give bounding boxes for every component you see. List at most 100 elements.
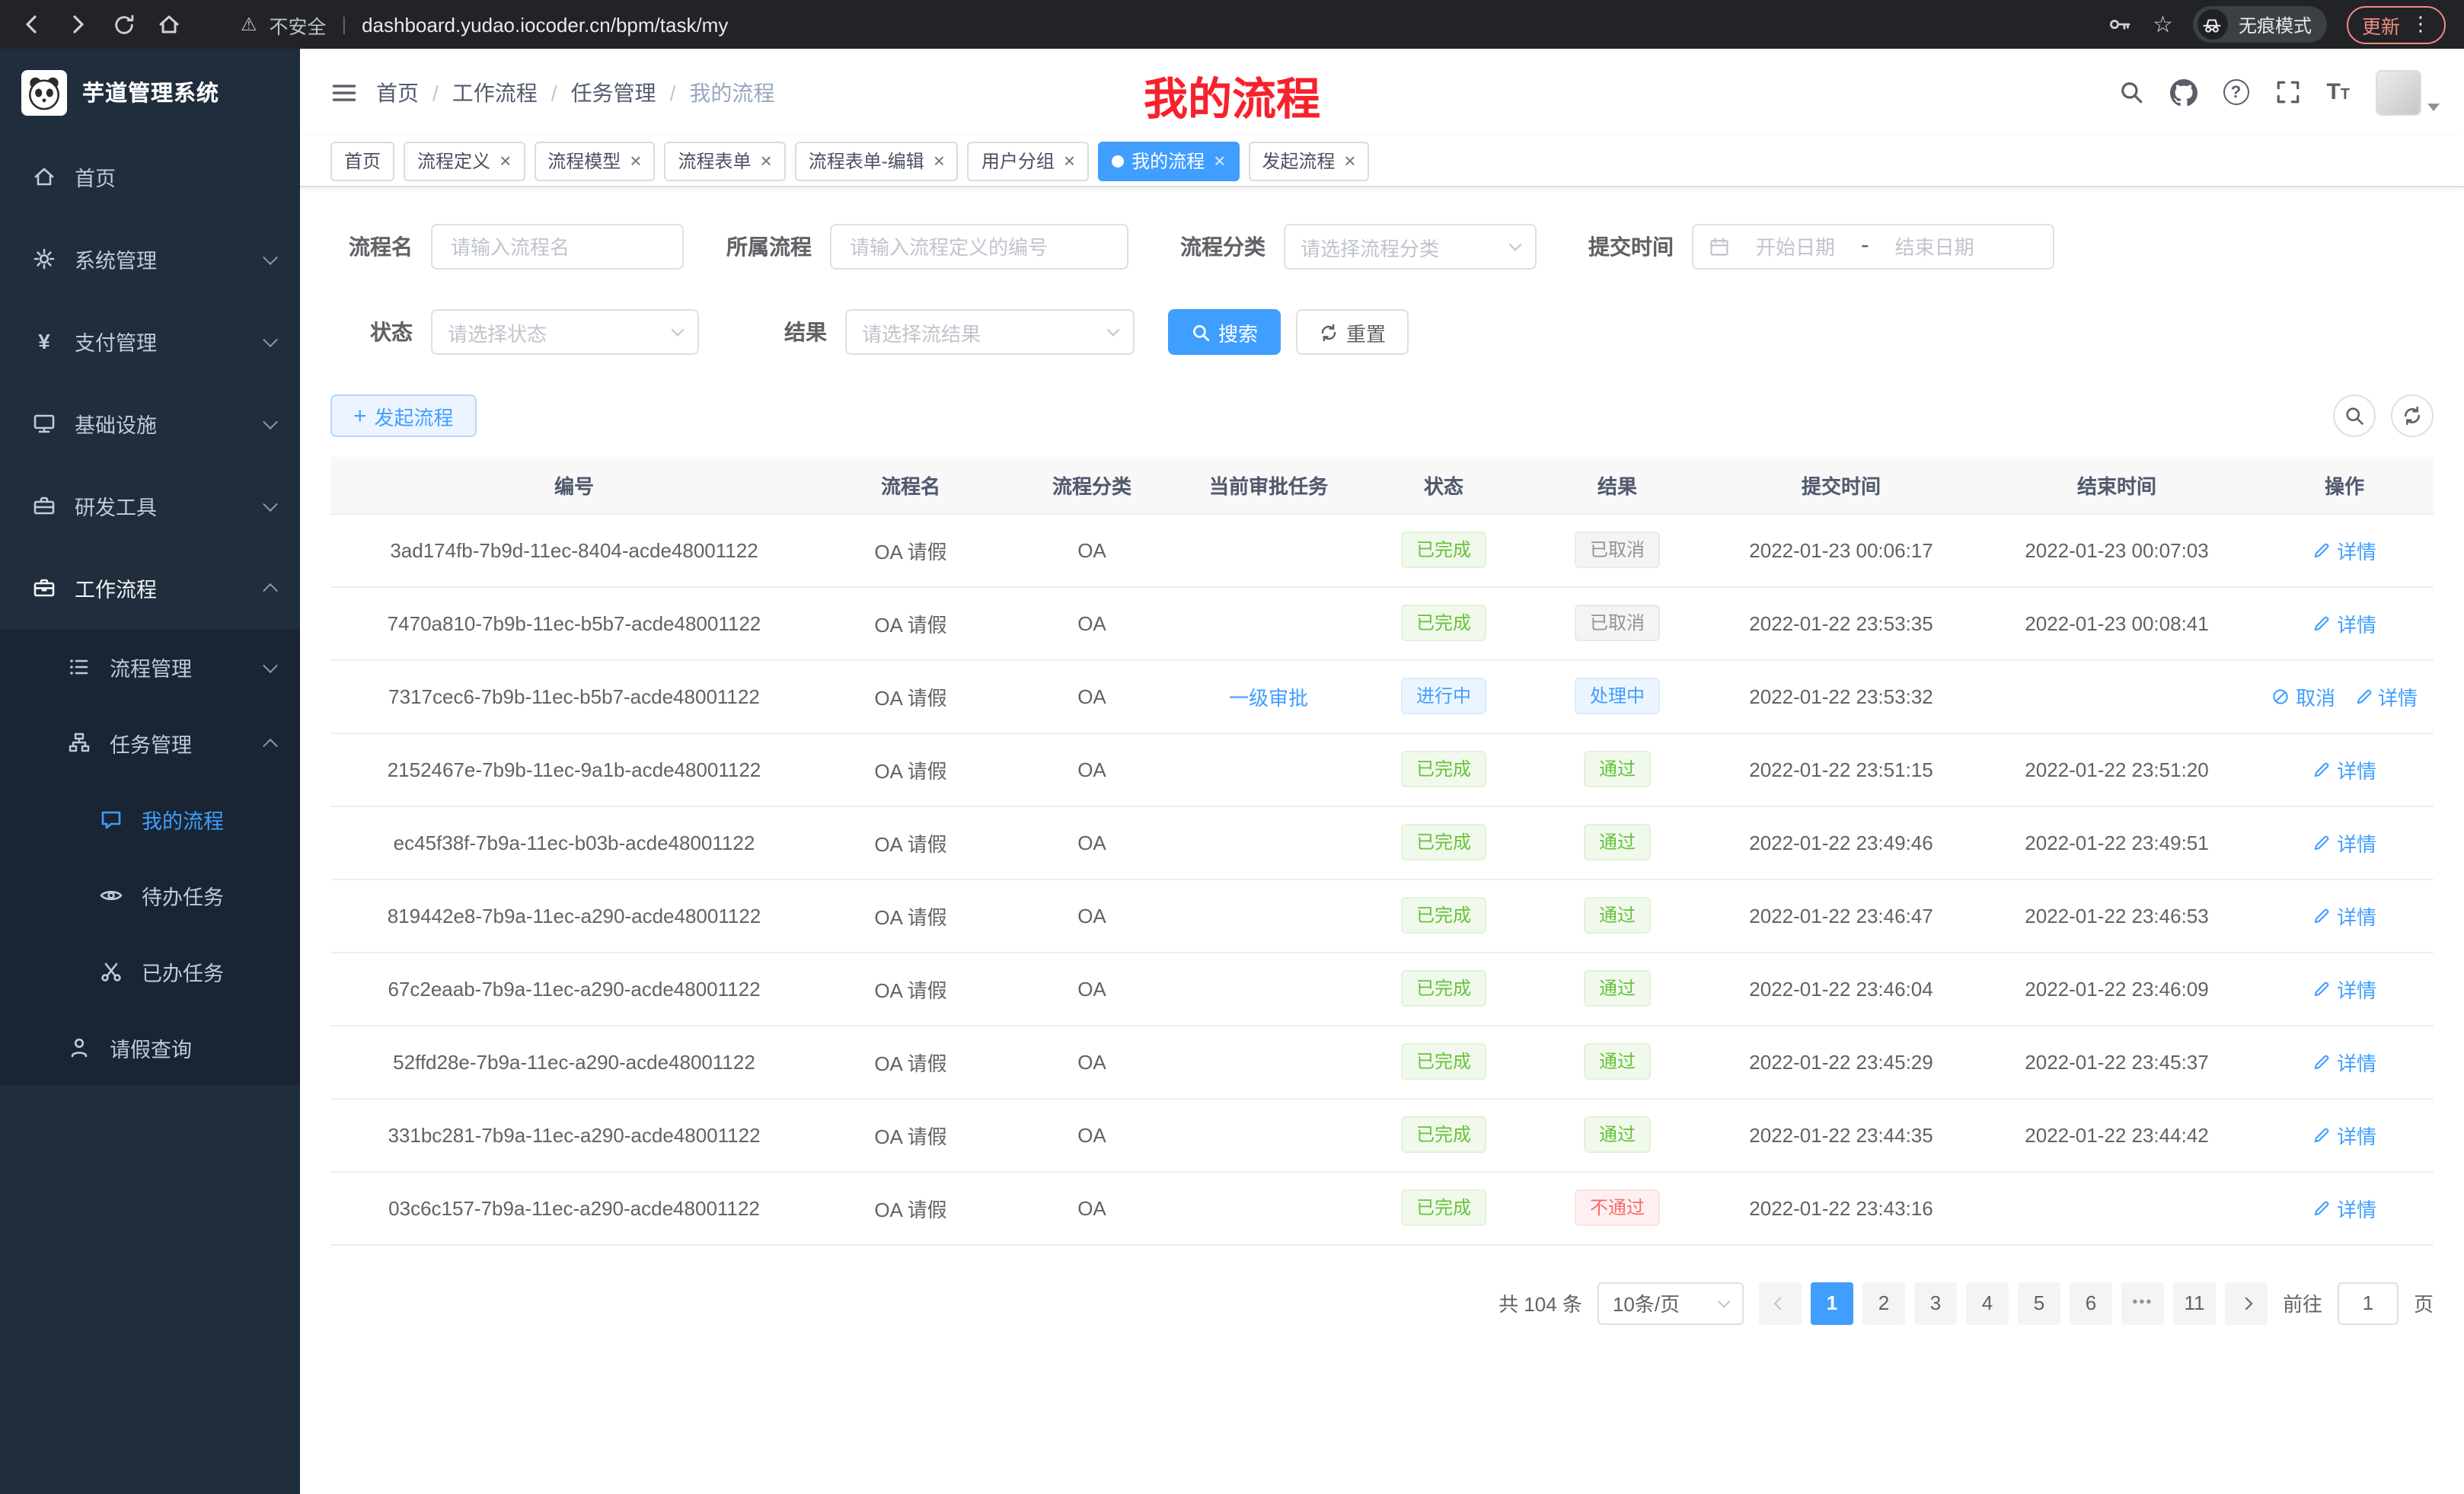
sidebar-item-payment[interactable]: ¥ 支付管理: [0, 300, 300, 382]
update-button[interactable]: 更新 ⋮: [2347, 5, 2446, 43]
status-select[interactable]: 请选择状态: [431, 309, 699, 355]
sidebar-item-infrastructure[interactable]: 基础设施: [0, 382, 300, 464]
breadcrumb-task-management[interactable]: 任务管理: [571, 77, 656, 107]
home-icon[interactable]: [155, 11, 183, 38]
process-name: OA 请假: [874, 613, 946, 636]
github-icon[interactable]: [2169, 78, 2197, 106]
tab-process-form[interactable]: 流程表单×: [664, 141, 785, 180]
process-name: OA 请假: [874, 540, 946, 563]
detail-button[interactable]: 详情: [2312, 901, 2376, 930]
back-icon[interactable]: [18, 11, 46, 38]
start-process-button[interactable]: + 发起流程: [330, 394, 477, 437]
user-menu[interactable]: [2376, 69, 2440, 115]
category-select[interactable]: 请选择流程分类: [1284, 224, 1537, 270]
page-size-select[interactable]: 10条/页: [1597, 1282, 1744, 1324]
status-badge: 已完成: [1401, 605, 1486, 641]
more-pages-button[interactable]: •••: [2121, 1282, 2164, 1324]
start-date-input[interactable]: [1739, 235, 1852, 258]
detail-button[interactable]: 详情: [2312, 974, 2376, 1003]
detail-button[interactable]: 详情: [2312, 828, 2376, 857]
detail-button[interactable]: 详情: [2312, 1047, 2376, 1076]
row-actions: 取消详情: [2255, 659, 2434, 733]
detail-button[interactable]: 详情: [2312, 1120, 2376, 1149]
result-select[interactable]: 请选择流结果: [845, 309, 1135, 355]
reload-icon[interactable]: [110, 11, 137, 38]
sidebar-item-label: 研发工具: [75, 490, 157, 521]
process-name-input[interactable]: [431, 224, 684, 270]
sidebar-item-leave-query[interactable]: 请假查询: [0, 1010, 300, 1086]
detail-button[interactable]: 详情: [2312, 1193, 2376, 1222]
prev-page-button[interactable]: [1759, 1282, 1802, 1324]
page-button-1[interactable]: 1: [1811, 1282, 1853, 1324]
tab-start-process[interactable]: 发起流程×: [1248, 141, 1369, 180]
tab-close-icon[interactable]: ×: [761, 151, 772, 171]
bookmark-star-icon[interactable]: ☆: [2153, 11, 2173, 38]
current-task-link[interactable]: 一级审批: [1229, 686, 1308, 709]
detail-button[interactable]: 详情: [2312, 535, 2376, 564]
breadcrumb-home[interactable]: 首页: [376, 77, 419, 107]
tab-close-icon[interactable]: ×: [500, 151, 511, 171]
fullscreen-icon[interactable]: [2274, 79, 2300, 105]
key-icon[interactable]: [2105, 11, 2133, 38]
tab-process-definition[interactable]: 流程定义×: [404, 141, 525, 180]
detail-button[interactable]: 详情: [2312, 755, 2376, 784]
sidebar-item-my-process[interactable]: 我的流程: [0, 781, 300, 857]
reset-button[interactable]: 重置: [1296, 309, 1409, 355]
page-button-6[interactable]: 6: [2070, 1282, 2112, 1324]
page-button-5[interactable]: 5: [2018, 1282, 2060, 1324]
page-button-2[interactable]: 2: [1862, 1282, 1905, 1324]
show-search-icon[interactable]: [2333, 394, 2376, 437]
sidebar-item-workflow[interactable]: 工作流程: [0, 547, 300, 629]
tab-home[interactable]: 首页: [330, 141, 394, 180]
search-button[interactable]: 搜索: [1168, 309, 1281, 355]
detail-button[interactable]: 详情: [2354, 682, 2418, 710]
search-icon[interactable]: [2118, 79, 2143, 105]
page-button-3[interactable]: 3: [1914, 1282, 1957, 1324]
sidebar-item-process-management[interactable]: 流程管理: [0, 629, 300, 705]
next-page-button[interactable]: [2225, 1282, 2268, 1324]
goto-page-input[interactable]: [2338, 1282, 2399, 1324]
tab-close-icon[interactable]: ×: [1064, 151, 1075, 171]
result-badge: 已取消: [1575, 605, 1660, 641]
detail-button[interactable]: 详情: [2312, 608, 2376, 637]
browser-menu-icon[interactable]: ⋮: [2411, 12, 2430, 37]
tab-close-icon[interactable]: ×: [1214, 151, 1225, 171]
date-separator: -: [1861, 233, 1869, 260]
column-header: 流程名: [818, 457, 1004, 513]
avatar[interactable]: [2376, 69, 2421, 115]
submit-time-label: 提交时间: [1570, 231, 1692, 262]
tab-user-group[interactable]: 用户分组×: [968, 141, 1089, 180]
page-button-4[interactable]: 4: [1966, 1282, 2009, 1324]
sidebar-item-devtools[interactable]: 研发工具: [0, 464, 300, 547]
tab-process-model[interactable]: 流程模型×: [534, 141, 655, 180]
sidebar-item-task-management[interactable]: 任务管理: [0, 705, 300, 781]
help-icon[interactable]: ?: [2223, 79, 2249, 105]
sidebar-item-system[interactable]: 系统管理: [0, 218, 300, 300]
tab-close-icon[interactable]: ×: [934, 151, 945, 171]
address-separator: |: [339, 14, 350, 35]
end-date-input[interactable]: [1878, 235, 1991, 258]
chevron-down-icon: [263, 496, 278, 511]
tab-my-process[interactable]: 我的流程×: [1098, 141, 1239, 180]
end-time: 2022-01-22 23:49:51: [2025, 831, 2208, 854]
breadcrumb-workflow[interactable]: 工作流程: [452, 77, 538, 107]
process-def-input[interactable]: [830, 224, 1128, 270]
tab-close-icon[interactable]: ×: [630, 151, 641, 171]
forward-icon[interactable]: [64, 11, 91, 38]
sidebar-item-home[interactable]: 首页: [0, 136, 300, 218]
hamburger-icon[interactable]: [330, 78, 358, 106]
font-size-icon[interactable]: TT: [2326, 79, 2350, 105]
refresh-icon[interactable]: [2391, 394, 2434, 437]
warning-icon: ⚠: [241, 14, 257, 35]
date-range-picker[interactable]: -: [1692, 224, 2054, 270]
cancel-button[interactable]: 取消: [2271, 682, 2335, 710]
page-button-11[interactable]: 11: [2173, 1282, 2216, 1324]
status-badge: 已完成: [1401, 532, 1486, 568]
column-header: 编号: [330, 457, 818, 513]
sidebar-item-done-tasks[interactable]: 已办任务: [0, 934, 300, 1010]
tab-process-form-edit[interactable]: 流程表单-编辑×: [795, 141, 959, 180]
tab-close-icon[interactable]: ×: [1344, 151, 1355, 171]
sidebar-item-todo-tasks[interactable]: 待办任务: [0, 857, 300, 934]
process-id: 2152467e-7b9b-11ec-9a1b-acde48001122: [388, 758, 761, 781]
address-bar[interactable]: ⚠ 不安全 | dashboard.yudao.iocoder.cn/bpm/t…: [201, 10, 2087, 39]
